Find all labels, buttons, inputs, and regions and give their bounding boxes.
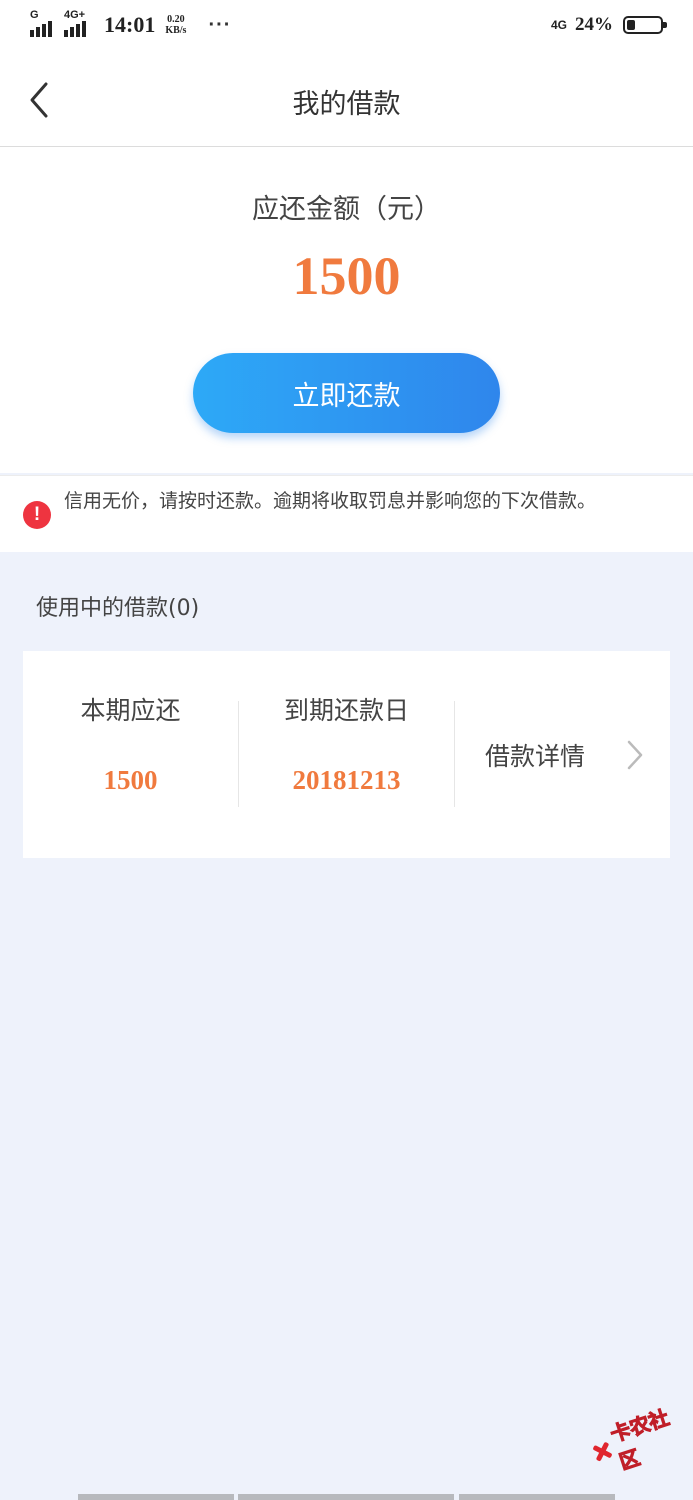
current-due-column: 本期应还 1500 [23,651,238,858]
status-bar: G 4G+ 14:01 0.20 KB/s ··· 4G 24% [0,0,693,54]
current-due-value: 1500 [103,765,158,795]
notice-banner: ! 信用无价，请按时还款。逾期将收取罚息并影响您的下次借款。 [0,475,693,552]
repay-now-button[interactable]: 立即还款 [193,353,500,433]
loan-details-link[interactable]: 借款详情 [455,651,670,858]
current-due-label: 本期应还 [80,696,181,725]
watermark: 卡农社区 [584,1396,693,1483]
signal-strength-icon-2: 4G+ [64,9,94,37]
nav-bar: 我的借款 [0,54,693,147]
bottom-gesture-bar [0,1494,693,1500]
battery-percent: 24% [575,14,613,35]
due-date-label: 到期还款日 [283,696,409,725]
notice-text: 信用无价，请按时还款。逾期将收取罚息并影响您的下次借款。 [64,490,597,512]
exclamation-icon: ! [23,501,51,529]
clock: 14:01 [104,12,156,37]
more-notifications-icon: ··· [208,13,232,36]
battery-icon [623,16,667,34]
network-type: 4G [550,18,567,32]
speed-unit: KB/s [165,25,187,36]
loan-details-label: 借款详情 [485,742,586,771]
signal-label-2: 4G+ [64,9,86,21]
signal-strength-icon: G [30,9,58,37]
section-title: 使用中的借款(0) [36,596,200,621]
due-date-column: 到期还款日 20181213 [239,651,454,858]
signal-label: G [30,9,39,21]
amount-value: 1500 [292,246,401,306]
speed-value: 0.20 [167,14,185,25]
amount-section: 应还金额（元） 1500 立即还款 [0,147,693,473]
page-title: 我的借款 [292,89,401,120]
watermark-logo-icon [589,1439,614,1464]
watermark-text: 卡农社区 [607,1405,672,1475]
amount-label: 应还金额（元） [252,194,441,225]
due-date-value: 20181213 [292,765,401,795]
loan-card: 本期应还 1500 到期还款日 20181213 借款详情 [23,651,670,858]
network-speed: 0.20 KB/s [165,14,186,36]
chevron-right-icon [627,740,643,770]
